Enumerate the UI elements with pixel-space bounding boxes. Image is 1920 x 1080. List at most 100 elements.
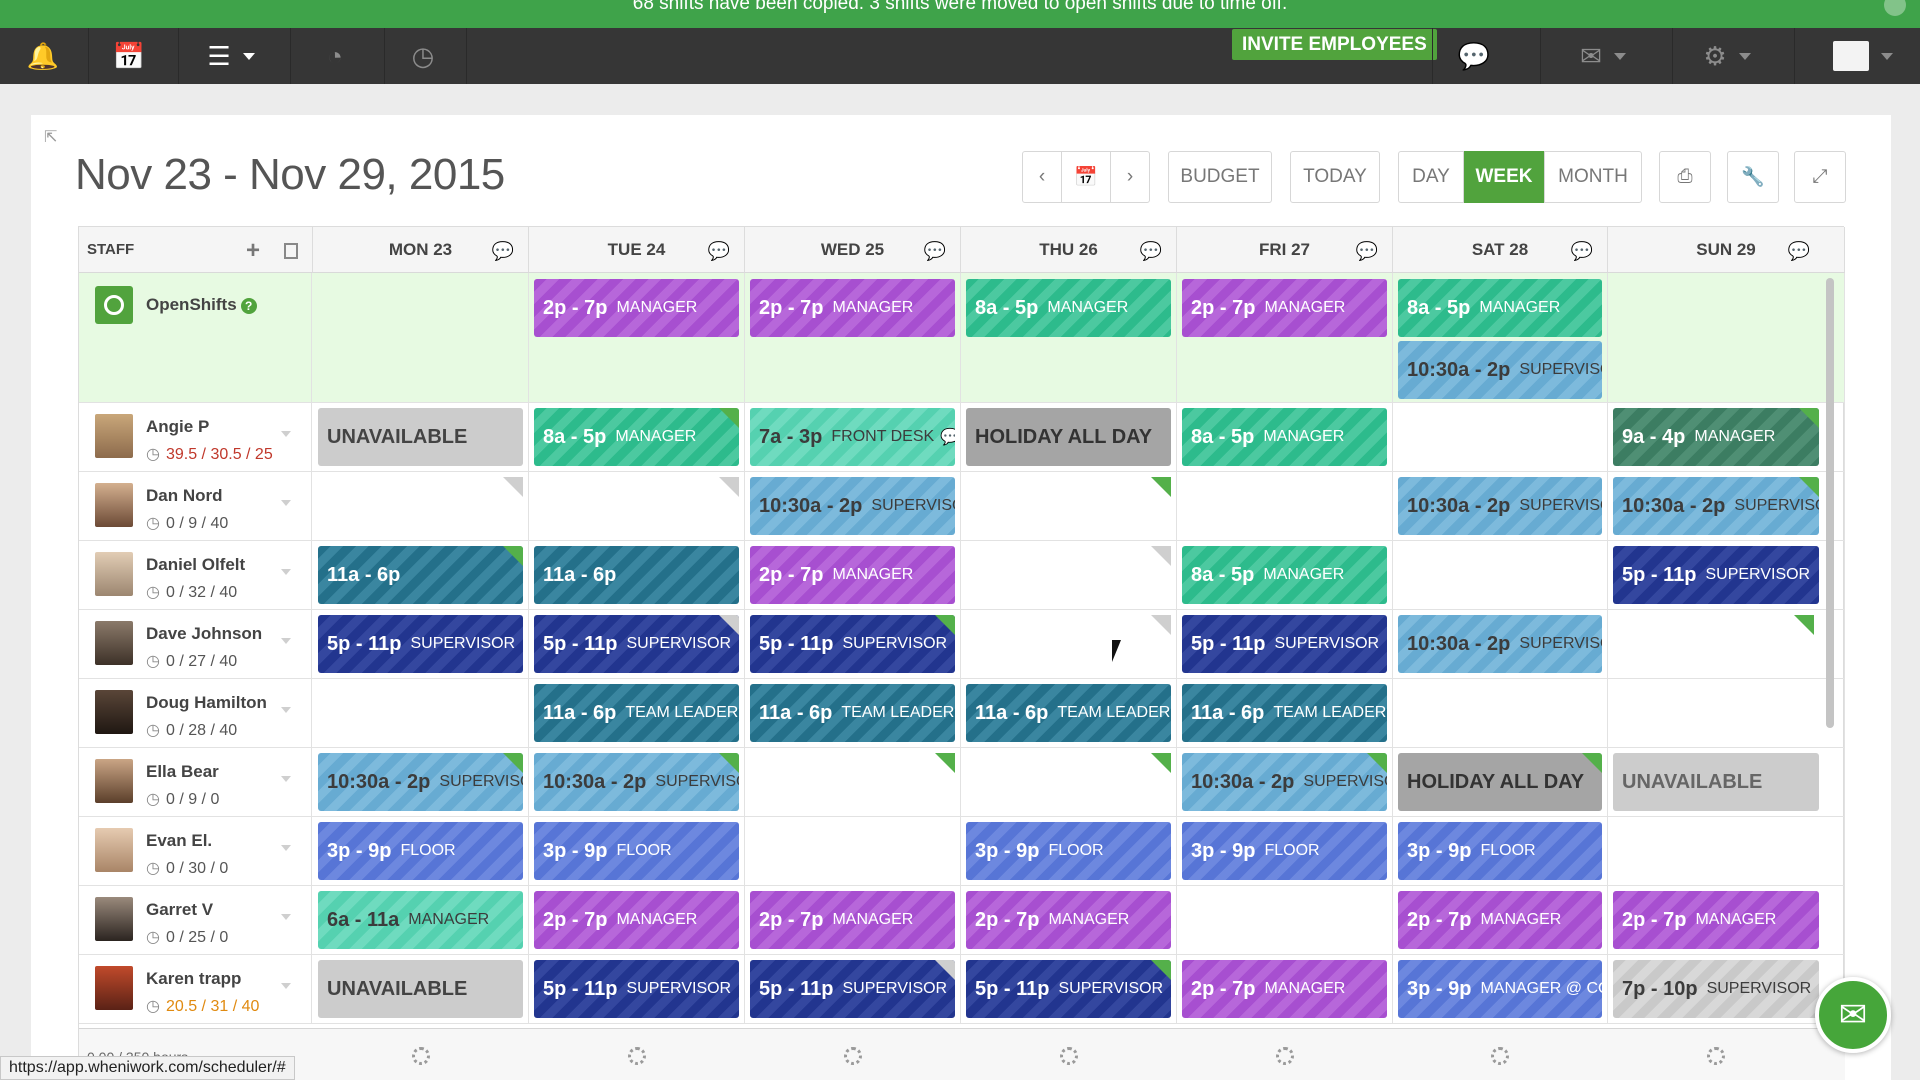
- user-avatar-menu[interactable]: [1818, 28, 1908, 84]
- unavailable-block[interactable]: UNAVAILABLE: [318, 408, 523, 466]
- shift-block[interactable]: 2p - 7p MANAGER: [750, 279, 955, 337]
- shift-block[interactable]: 10:30a - 2p SUPERVISO: [1613, 477, 1819, 535]
- shift-block[interactable]: 11a - 6p TEAM LEADER: [534, 684, 739, 742]
- shift-block[interactable]: 2p - 7p MANAGER: [1398, 891, 1602, 949]
- fullscreen-button[interactable]: ⤢: [1794, 151, 1846, 203]
- shift-block[interactable]: 3p - 9p FLOOR: [1398, 822, 1602, 880]
- shift-block[interactable]: 7p - 10p SUPERVISOR: [1613, 960, 1819, 1018]
- shift-block[interactable]: 8a - 5p MANAGER: [1398, 279, 1602, 337]
- collapse-arrow-icon[interactable]: ⇱: [44, 127, 57, 147]
- comment-icon[interactable]: 💬: [940, 427, 955, 447]
- prev-week-button[interactable]: ‹: [1022, 151, 1062, 203]
- shift-block[interactable]: 5p - 11p SUPERVISOR: [966, 960, 1171, 1018]
- shift-block[interactable]: 2p - 7p MANAGER: [1182, 279, 1387, 337]
- shift-block[interactable]: 10:30a - 2p SUPERVISO: [318, 753, 523, 811]
- shift-block[interactable]: 3p - 9p FLOOR: [534, 822, 739, 880]
- today-button[interactable]: TODAY: [1290, 151, 1380, 203]
- comment-icon[interactable]: 💬: [1788, 241, 1810, 262]
- chevron-down-icon[interactable]: [281, 638, 291, 644]
- close-icon[interactable]: [1884, 0, 1906, 16]
- chat-button[interactable]: ✉: [1815, 977, 1891, 1053]
- staff-cell[interactable]: Dave Johnson ◷ 0 / 27 / 40: [79, 610, 312, 678]
- vertical-scrollbar[interactable]: [1826, 278, 1834, 728]
- shift-block[interactable]: 8a - 5p MANAGER: [1182, 408, 1387, 466]
- shift-block[interactable]: 5p - 11p SUPERVISOR: [318, 615, 523, 673]
- shift-block[interactable]: 11a - 6p TEAM LEADER: [1182, 684, 1387, 742]
- clock-icon[interactable]: ◷: [398, 28, 448, 84]
- staff-cell[interactable]: Garret V ◷ 0 / 25 / 0: [79, 886, 312, 954]
- chevron-down-icon[interactable]: [281, 569, 291, 575]
- staff-cell[interactable]: Ella Bear ◷ 0 / 9 / 0: [79, 748, 312, 816]
- scheduler-menu-icon[interactable]: ☰: [196, 28, 266, 84]
- shift-block[interactable]: 11a - 6p TEAM LEADER: [750, 684, 955, 742]
- shift-block[interactable]: 10:30a - 2p SUPERVISO: [1182, 753, 1387, 811]
- shift-block[interactable]: 5p - 11p SUPERVISOR: [1182, 615, 1387, 673]
- shift-block[interactable]: 5p - 11p SUPERVISOR: [534, 960, 739, 1018]
- shift-block[interactable]: 9a - 4p MANAGER: [1613, 408, 1819, 466]
- unavailable-block[interactable]: UNAVAILABLE: [318, 960, 523, 1018]
- comment-icon[interactable]: 💬: [492, 241, 514, 262]
- shift-block[interactable]: 2p - 7p MANAGER: [966, 891, 1171, 949]
- shift-block[interactable]: 2p - 7p MANAGER: [534, 279, 739, 337]
- next-week-button[interactable]: ›: [1110, 151, 1150, 203]
- reports-icon[interactable]: ◔: [310, 28, 360, 84]
- staff-cell[interactable]: Karen trapp ◷ 20.5 / 31 / 40: [79, 955, 312, 1023]
- staff-cell[interactable]: Daniel Olfelt ◷ 0 / 32 / 40: [79, 541, 312, 609]
- comment-icon[interactable]: 💬: [1140, 241, 1162, 262]
- bell-icon[interactable]: 🔔: [18, 28, 68, 84]
- shift-block[interactable]: 10:30a - 2p SUPERVISO: [1398, 477, 1602, 535]
- staff-cell[interactable]: Angie P ◷ 39.5 / 30.5 / 25: [79, 403, 312, 471]
- shift-block[interactable]: 6a - 11a MANAGER: [318, 891, 523, 949]
- shift-block[interactable]: 2p - 7p MANAGER: [1613, 891, 1819, 949]
- shift-block[interactable]: 2p - 7p MANAGER: [750, 546, 955, 604]
- unavailable-block[interactable]: UNAVAILABLE: [1613, 753, 1819, 811]
- shift-block[interactable]: 3p - 9p MANAGER @ CO: [1398, 960, 1602, 1018]
- comment-icon[interactable]: 💬: [1571, 241, 1593, 262]
- shift-block[interactable]: 2p - 7p MANAGER: [534, 891, 739, 949]
- staff-cell[interactable]: Dan Nord ◷ 0 / 9 / 40: [79, 472, 312, 540]
- holiday-block[interactable]: HOLIDAY ALL DAY: [1398, 753, 1602, 811]
- shift-block[interactable]: 7a - 3p FRONT DESK 💬: [750, 408, 955, 466]
- chevron-down-icon[interactable]: [281, 707, 291, 713]
- chevron-down-icon[interactable]: [281, 914, 291, 920]
- staff-cell[interactable]: Doug Hamilton ◷ 0 / 28 / 40: [79, 679, 312, 747]
- tools-button[interactable]: 🔧: [1727, 151, 1779, 203]
- shift-block[interactable]: 11a - 6p: [534, 546, 739, 604]
- comment-icon[interactable]: 💬: [1356, 241, 1378, 262]
- chevron-down-icon[interactable]: [281, 500, 291, 506]
- calendar-icon[interactable]: 📅: [104, 28, 154, 84]
- help-icon[interactable]: ?: [240, 297, 257, 314]
- shift-block[interactable]: 11a - 6p: [318, 546, 523, 604]
- shift-block[interactable]: 8a - 5p MANAGER: [534, 408, 739, 466]
- shift-block[interactable]: 8a - 5p MANAGER: [966, 279, 1171, 337]
- gear-icon[interactable]: ⚙: [1692, 28, 1762, 84]
- chevron-down-icon[interactable]: [281, 431, 291, 437]
- comment-icon[interactable]: 💬: [708, 241, 730, 262]
- shift-block[interactable]: 5p - 11p SUPERVISOR: [1613, 546, 1819, 604]
- shift-block[interactable]: 10:30a - 2p SUPERVISO: [750, 477, 955, 535]
- shift-block[interactable]: 3p - 9p FLOOR: [1182, 822, 1387, 880]
- shift-block[interactable]: 2p - 7p MANAGER: [750, 891, 955, 949]
- chevron-down-icon[interactable]: [281, 983, 291, 989]
- shift-block[interactable]: 2p - 7p MANAGER: [1182, 960, 1387, 1018]
- day-view-button[interactable]: DAY: [1398, 151, 1464, 203]
- week-view-button[interactable]: WEEK: [1464, 151, 1544, 203]
- shift-block[interactable]: 5p - 11p SUPERVISOR: [534, 615, 739, 673]
- date-picker-button[interactable]: 📅: [1061, 151, 1111, 203]
- staff-cell[interactable]: Evan El. ◷ 0 / 30 / 0: [79, 817, 312, 885]
- add-employee-icon[interactable]: +: [246, 237, 260, 265]
- shift-block[interactable]: 8a - 5p MANAGER: [1182, 546, 1387, 604]
- print-button[interactable]: ⎙: [1659, 151, 1711, 203]
- copy-icon[interactable]: [284, 243, 298, 259]
- comment-icon[interactable]: 💬: [924, 241, 946, 262]
- messages-icon[interactable]: 💬: [1444, 28, 1504, 84]
- invite-employees-button[interactable]: INVITE EMPLOYEES: [1232, 29, 1437, 60]
- shift-block[interactable]: 10:30a - 2p SUPERVISO: [1398, 341, 1602, 399]
- shift-block[interactable]: 3p - 9p FLOOR: [966, 822, 1171, 880]
- shift-block[interactable]: 11a - 6p TEAM LEADER: [966, 684, 1171, 742]
- shift-block[interactable]: 3p - 9p FLOOR: [318, 822, 523, 880]
- shift-block[interactable]: 10:30a - 2p SUPERVISO: [1398, 615, 1602, 673]
- budget-button[interactable]: BUDGET: [1168, 151, 1272, 203]
- inbox-icon[interactable]: ✉: [1568, 28, 1638, 84]
- chevron-down-icon[interactable]: [281, 845, 291, 851]
